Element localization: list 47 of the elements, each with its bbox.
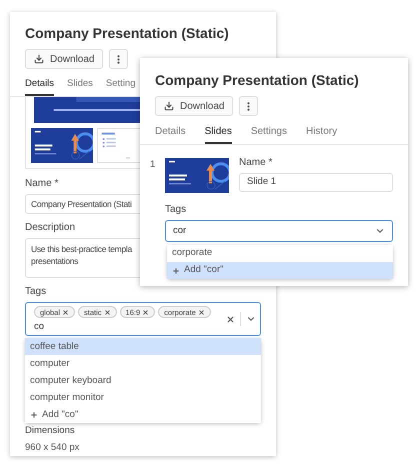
option-text: computer keyboard [30,374,112,388]
option-text: Add "cor" [184,263,224,278]
field-label: Description [25,221,76,236]
dropdown-option[interactable]: coffee table [25,338,261,356]
remove-icon [62,308,70,316]
tags-input-text: cor [173,224,188,238]
download-button[interactable]: Download [155,96,234,116]
more-button[interactable] [239,96,258,116]
field-label: Dimensions [25,424,76,438]
remove-icon [198,308,205,316]
name-field[interactable]: Slide 1 [239,173,393,192]
option-text: corporate [172,246,212,260]
plus-icon [172,266,180,274]
dropdown-option[interactable]: Add "co" [25,406,261,424]
dropdown-option[interactable]: computer [25,355,261,372]
remove-icon [142,308,150,316]
tab[interactable]: Details [155,124,186,144]
download-icon [34,54,44,64]
dropdown-option[interactable]: computer monitor [25,389,261,406]
dropdown-option[interactable]: corporate [167,245,393,262]
tab[interactable]: History [306,124,338,144]
download-button[interactable]: Download [25,49,104,69]
field-label: Name * [25,177,60,192]
tab[interactable]: Slides [204,124,232,144]
panel-title: Company Presentation (Static) [155,71,360,89]
dropdown-option[interactable]: Add "cor" [167,262,393,279]
option-text: computer [30,356,70,371]
plus-icon [30,410,38,419]
tab[interactable]: Setting [106,77,136,96]
dimensions-value: 960 x 540 px [25,440,80,454]
tags-field[interactable]: cor [165,220,393,242]
download-icon [164,101,174,111]
option-text: Add "co" [42,408,78,422]
tab[interactable]: Slides [67,77,93,96]
dropdown-option[interactable]: computer keyboard [25,372,261,390]
remove-icon [104,308,111,316]
tags-input-text: co [34,321,46,332]
option-text: computer monitor [30,390,104,405]
field-label: Name * [239,156,274,170]
field-label: Tags [165,203,188,217]
option-text: coffee table [30,340,79,354]
more-button[interactable] [109,49,128,69]
tab[interactable]: Settings [250,124,287,144]
field-label: Tags [25,285,48,300]
slide-number: 1 [150,158,156,172]
panel-title: Company Presentation (Static) [25,24,230,42]
clear-icon[interactable] [226,314,235,324]
